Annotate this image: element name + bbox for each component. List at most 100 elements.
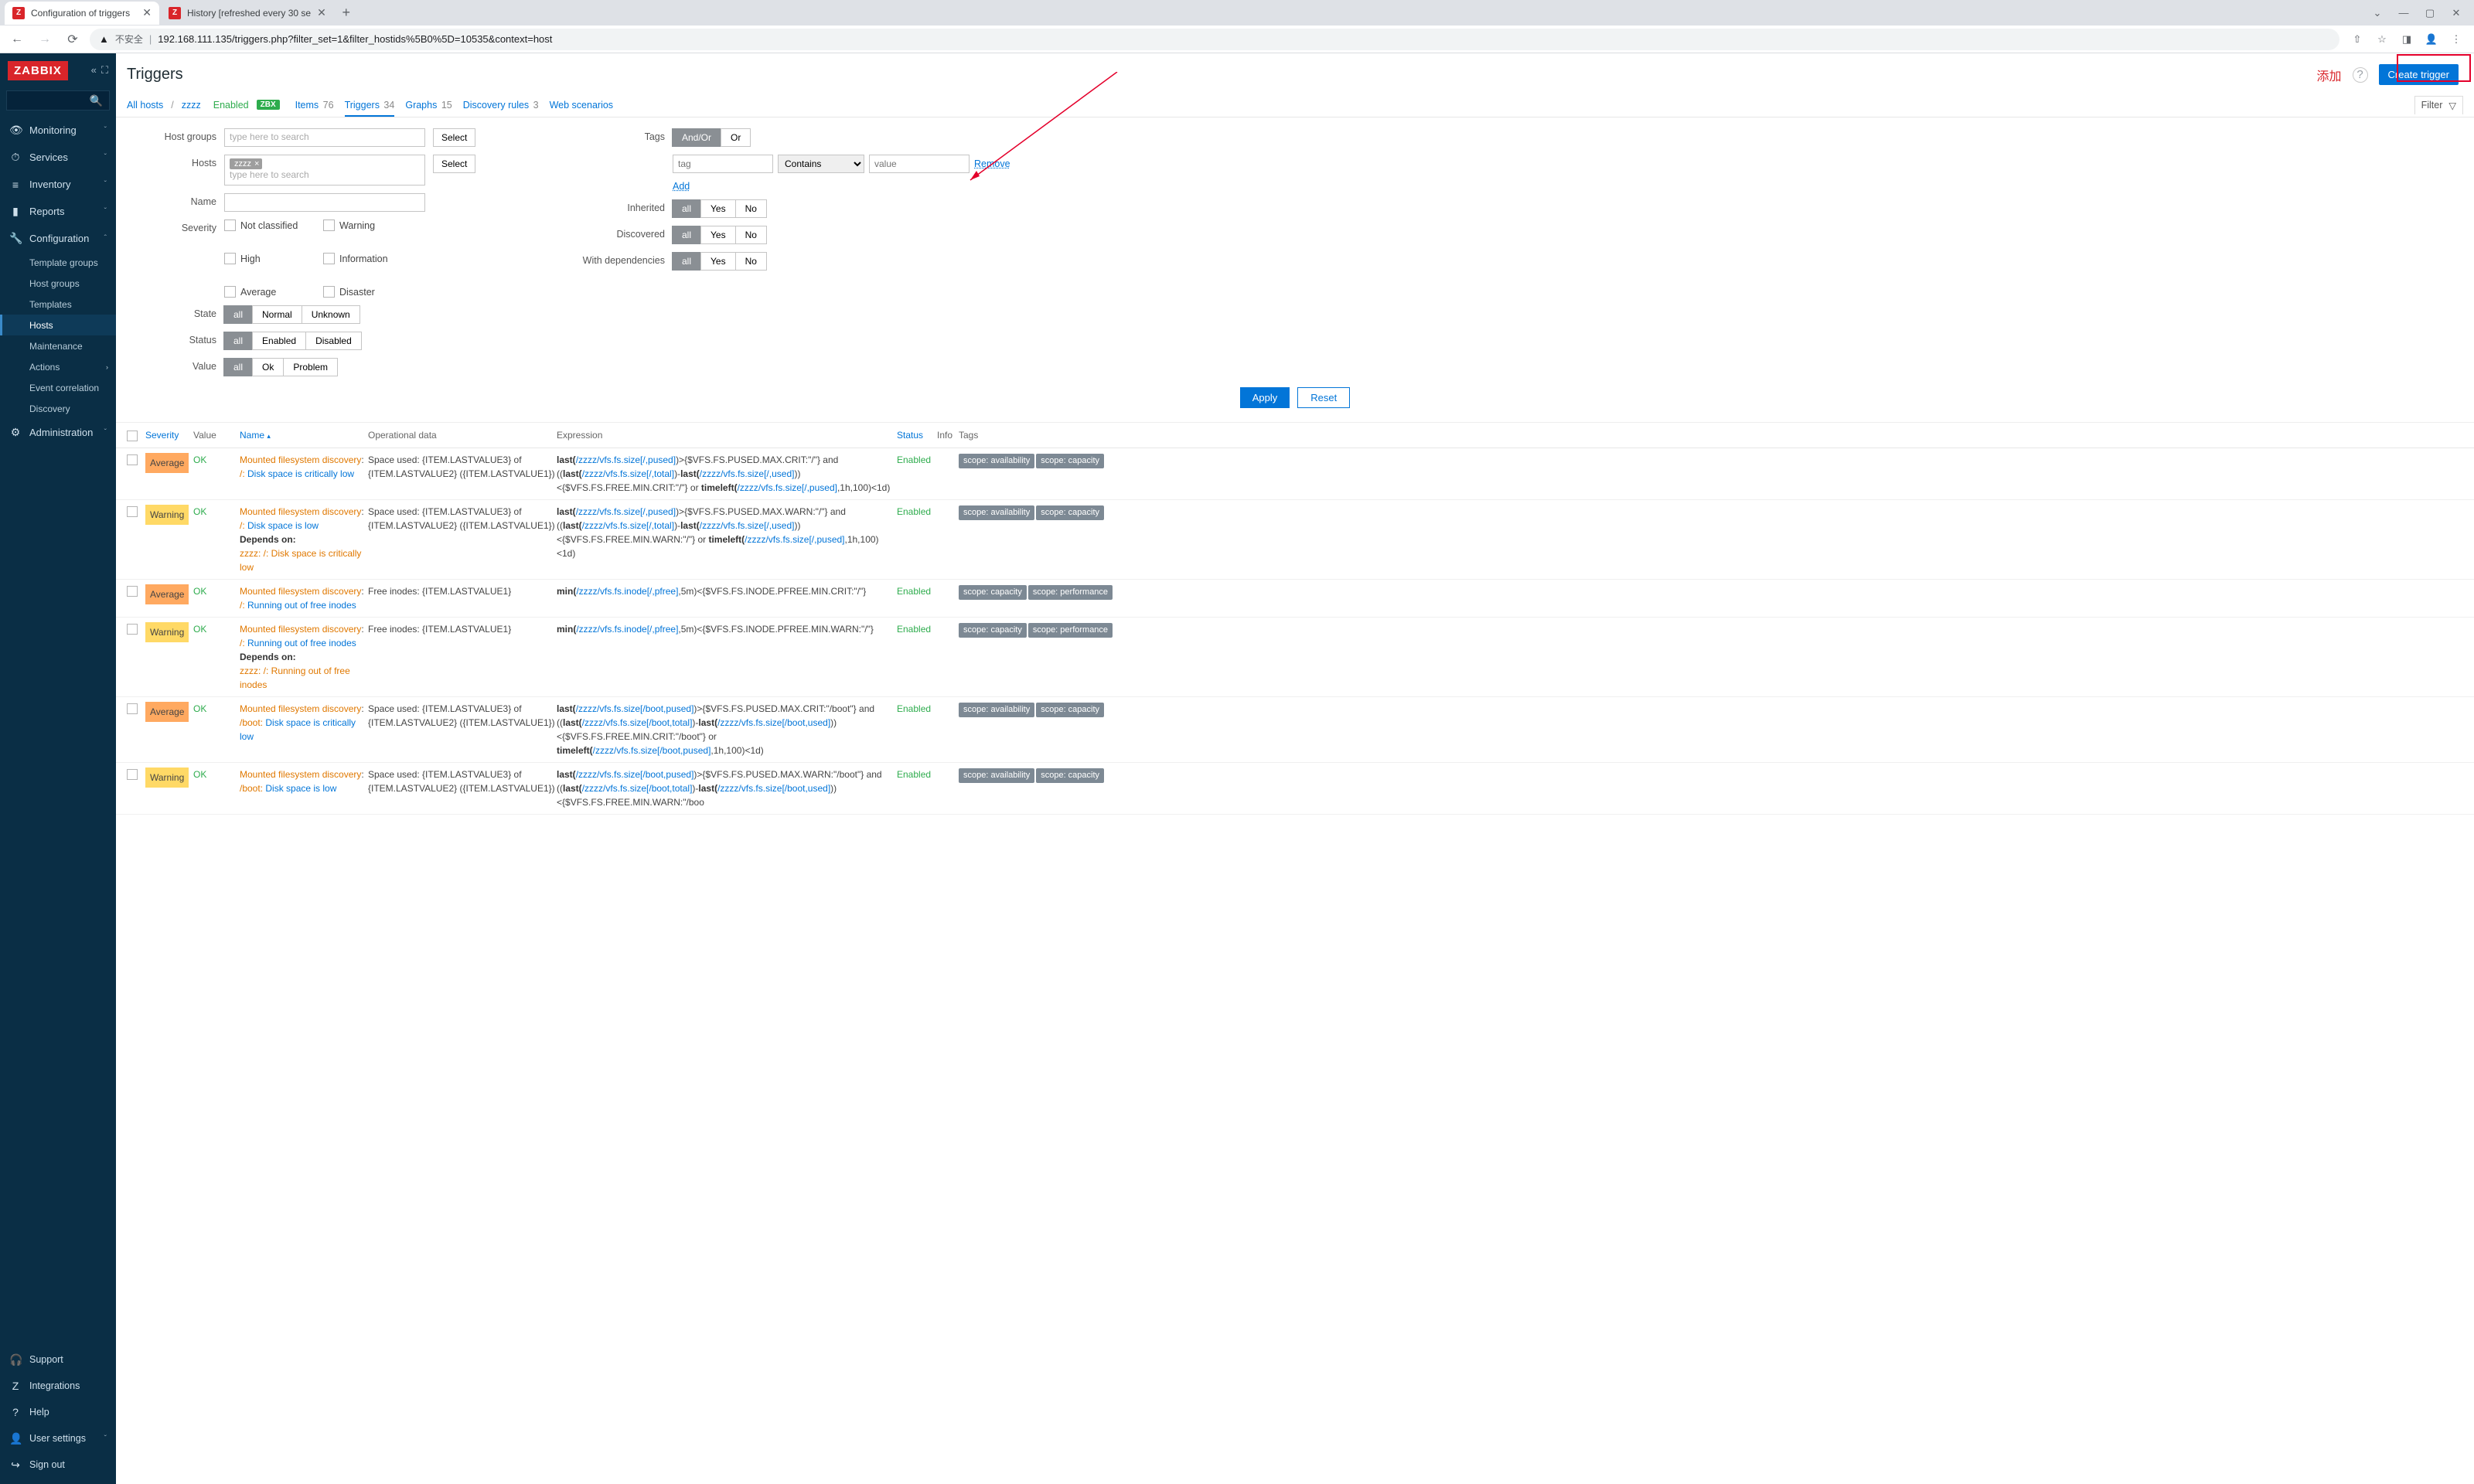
- discovery-link[interactable]: Mounted filesystem discovery: [240, 769, 361, 780]
- expr-link[interactable]: /zzzz/vfs.fs.size[/boot,used]: [717, 783, 830, 794]
- tag-pill[interactable]: scope: capacity: [959, 585, 1027, 600]
- reset-button[interactable]: Reset: [1297, 387, 1350, 408]
- tags-mode-option-andor[interactable]: And/Or: [672, 128, 721, 147]
- sidebar-subitem-event-correlation[interactable]: Event correlation: [0, 377, 116, 398]
- subnav-discovery-rules[interactable]: Discovery rules 3: [463, 100, 539, 111]
- window-dropdown-icon[interactable]: ⌄: [2372, 7, 2383, 19]
- tag-pill[interactable]: scope: capacity: [959, 623, 1027, 638]
- browser-tab-active[interactable]: Z Configuration of triggers ✕: [5, 2, 159, 25]
- help-icon[interactable]: ?: [2353, 67, 2368, 83]
- sidebar-item-reports[interactable]: ▮Reportsˇ: [0, 198, 116, 225]
- collapse-sidebar-icon[interactable]: «: [91, 64, 97, 77]
- expr-link[interactable]: /zzzz/vfs.fs.size[/,used]: [700, 468, 795, 479]
- apply-button[interactable]: Apply: [1240, 387, 1290, 408]
- severity-check-information[interactable]: Information: [323, 253, 400, 264]
- hostgroups-input[interactable]: type here to search: [224, 128, 425, 147]
- sidebar-subitem-host-groups[interactable]: Host groups: [0, 273, 116, 294]
- tag-pill[interactable]: scope: capacity: [1036, 454, 1104, 468]
- sidebar-subitem-template-groups[interactable]: Template groups: [0, 252, 116, 273]
- state-bg-option-all[interactable]: all: [223, 305, 253, 324]
- value-bg-option-problem[interactable]: Problem: [283, 358, 338, 376]
- row-checkbox[interactable]: [127, 586, 138, 597]
- severity-check-warning[interactable]: Warning: [323, 220, 400, 231]
- deps-bg-option-no[interactable]: No: [735, 252, 767, 271]
- trigger-name-link[interactable]: Disk space is low: [247, 520, 319, 531]
- expr-link[interactable]: /zzzz/vfs.fs.size[/,pused]: [738, 482, 837, 493]
- status-bg-option-all[interactable]: all: [223, 332, 253, 350]
- deps-bg-option-yes[interactable]: Yes: [700, 252, 736, 271]
- expr-link[interactable]: /zzzz/vfs.fs.size[/,used]: [700, 520, 795, 531]
- sidebar-subitem-discovery[interactable]: Discovery: [0, 398, 116, 419]
- sidebar-subitem-hosts[interactable]: Hosts: [0, 315, 116, 335]
- severity-check-high[interactable]: High: [224, 253, 302, 264]
- sidebar-bottom-support[interactable]: 🎧Support: [0, 1346, 116, 1373]
- trigger-name-link[interactable]: Running out of free inodes: [247, 600, 356, 611]
- tab-close-icon[interactable]: ✕: [142, 6, 152, 19]
- sidebar-bottom-sign-out[interactable]: ↪Sign out: [0, 1452, 116, 1478]
- breadcrumb-host[interactable]: zzzz: [182, 100, 201, 111]
- back-icon[interactable]: ←: [6, 29, 28, 50]
- expr-link[interactable]: /zzzz/vfs.fs.size[/,total]: [582, 468, 674, 479]
- tag-pill[interactable]: scope: availability: [959, 768, 1034, 783]
- status-link[interactable]: Enabled: [897, 624, 931, 635]
- expr-link[interactable]: /zzzz/vfs.fs.size[/boot,total]: [582, 717, 693, 728]
- severity-check-disaster[interactable]: Disaster: [323, 286, 400, 298]
- deps-bg-option-all[interactable]: all: [672, 252, 701, 271]
- tab-close-icon[interactable]: ✕: [317, 6, 326, 19]
- tags-mode-option-or[interactable]: Or: [721, 128, 751, 147]
- tag-pill[interactable]: scope: availability: [959, 505, 1034, 520]
- trigger-name-link[interactable]: Running out of free inodes: [247, 638, 356, 648]
- chip-remove-icon[interactable]: ×: [254, 159, 259, 168]
- row-checkbox[interactable]: [127, 454, 138, 465]
- tag-pill[interactable]: scope: availability: [959, 454, 1034, 468]
- depends-link[interactable]: zzzz: /: Disk space is critically low: [240, 548, 361, 573]
- expand-sidebar-icon[interactable]: ⛶: [101, 64, 108, 77]
- trigger-name-link[interactable]: Disk space is critically low: [247, 468, 354, 479]
- sidebar-bottom-integrations[interactable]: ZIntegrations: [0, 1373, 116, 1399]
- col-severity[interactable]: Severity: [145, 430, 193, 441]
- disc-bg-option-yes[interactable]: Yes: [700, 226, 736, 244]
- hostgroups-select-button[interactable]: Select: [433, 128, 475, 147]
- window-minimize-icon[interactable]: —: [2398, 7, 2409, 19]
- trigger-name-link[interactable]: Disk space is low: [265, 783, 336, 794]
- depends-link[interactable]: zzzz: /: Running out of free inodes: [240, 665, 350, 690]
- sidebar-bottom-help[interactable]: ?Help: [0, 1399, 116, 1425]
- select-all-checkbox[interactable]: [127, 431, 138, 441]
- subnav-items[interactable]: Items 76: [295, 100, 334, 111]
- expr-link[interactable]: /zzzz/vfs.fs.size[/,total]: [582, 520, 674, 531]
- browser-tab-inactive[interactable]: Z History [refreshed every 30 se ✕: [161, 2, 334, 25]
- share-icon[interactable]: ⇧: [2350, 33, 2364, 46]
- status-link[interactable]: Enabled: [897, 586, 931, 597]
- create-trigger-button[interactable]: Create trigger: [2379, 64, 2459, 85]
- subnav-web-scenarios[interactable]: Web scenarios: [550, 100, 615, 111]
- tag-pill[interactable]: scope: availability: [959, 703, 1034, 717]
- tag-pill[interactable]: scope: capacity: [1036, 505, 1104, 520]
- expr-link[interactable]: /zzzz/vfs.fs.size[/,pused]: [576, 454, 676, 465]
- forward-icon[interactable]: →: [34, 29, 56, 50]
- status-link[interactable]: Enabled: [897, 703, 931, 714]
- subnav-triggers[interactable]: Triggers 34: [345, 100, 395, 117]
- expr-link[interactable]: /zzzz/vfs.fs.inode[/,pfree]: [576, 586, 678, 597]
- row-checkbox[interactable]: [127, 624, 138, 635]
- menu-icon[interactable]: ⋮: [2449, 33, 2463, 46]
- discovery-link[interactable]: Mounted filesystem discovery: [240, 624, 361, 635]
- tag-remove-link[interactable]: Remove: [974, 158, 1010, 169]
- sidebar-item-administration[interactable]: ⚙Administrationˇ: [0, 419, 116, 446]
- severity-check-average[interactable]: Average: [224, 286, 302, 298]
- url-field[interactable]: ▲ 不安全 | 192.168.111.135/triggers.php?fil…: [90, 29, 2339, 50]
- value-bg-option-all[interactable]: all: [223, 358, 253, 376]
- state-bg-option-unknown[interactable]: Unknown: [302, 305, 360, 324]
- severity-check-not-classified[interactable]: Not classified: [224, 220, 302, 231]
- state-bg-option-normal[interactable]: Normal: [252, 305, 302, 324]
- discovery-link[interactable]: Mounted filesystem discovery: [240, 506, 361, 517]
- reload-icon[interactable]: ⟳: [62, 29, 83, 50]
- sidebar-item-services[interactable]: ⏱Servicesˇ: [0, 144, 116, 171]
- breadcrumb-allhosts[interactable]: All hosts: [127, 100, 163, 111]
- hosts-select-button[interactable]: Select: [433, 155, 475, 173]
- row-checkbox[interactable]: [127, 769, 138, 780]
- sidebar-search[interactable]: 🔍: [6, 90, 110, 111]
- discovery-link[interactable]: Mounted filesystem discovery: [240, 454, 361, 465]
- sidebar-subitem-maintenance[interactable]: Maintenance: [0, 335, 116, 356]
- status-link[interactable]: Enabled: [897, 769, 931, 780]
- row-checkbox[interactable]: [127, 506, 138, 517]
